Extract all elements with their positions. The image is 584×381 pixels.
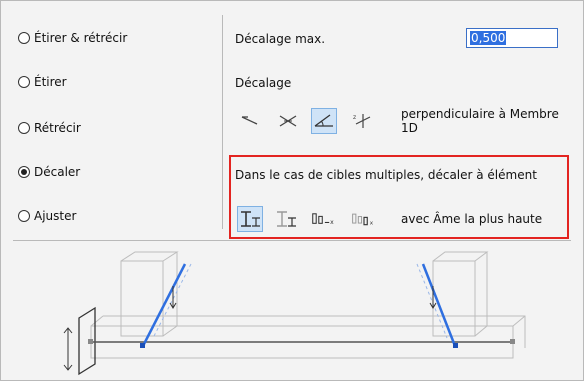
option-label: Étirer & rétrécir: [34, 31, 128, 45]
beam-highest-web-icon[interactable]: [237, 206, 263, 232]
multi-target-mode-text: avec Âme la plus haute: [401, 212, 543, 226]
option-shrink[interactable]: Rétrécir: [18, 121, 81, 135]
option-label: Ajuster: [34, 209, 77, 223]
radio-button[interactable]: [18, 32, 30, 44]
option-stretch-shrink[interactable]: Étirer & rétrécir: [18, 31, 127, 45]
column-highest-icon[interactable]: x: [311, 206, 337, 232]
max-offset-input[interactable]: 0,500: [466, 28, 558, 48]
offset-preview-illustration: [63, 251, 526, 376]
offset-perpendicular-icon[interactable]: z: [349, 108, 375, 134]
option-stretch[interactable]: Étirer: [18, 75, 67, 89]
radio-button-selected[interactable]: [18, 166, 30, 178]
option-label: Décaler: [34, 165, 81, 179]
multi-target-label: Dans le cas de cibles multiples, décaler…: [235, 168, 537, 182]
radio-button[interactable]: [18, 122, 30, 134]
option-offset[interactable]: Décaler: [18, 165, 80, 179]
offset-angle-icon[interactable]: [311, 108, 337, 134]
option-label: Étirer: [34, 75, 67, 89]
offset-mode-text: perpendiculaire à Membre 1D: [401, 107, 559, 135]
svg-text:x: x: [330, 219, 334, 226]
offset-along-icon[interactable]: [237, 108, 263, 134]
beam-lowest-web-icon[interactable]: [273, 206, 299, 232]
horizontal-divider: [13, 240, 571, 241]
max-offset-label: Décalage max.: [235, 32, 326, 46]
offset-label: Décalage: [235, 76, 292, 90]
offset-cross-icon[interactable]: [275, 108, 301, 134]
radio-button[interactable]: [18, 76, 30, 88]
dialog-panel: Étirer & rétrécir Étirer Rétrécir Décale…: [0, 0, 584, 381]
radio-button[interactable]: [18, 210, 30, 222]
svg-text:x: x: [370, 221, 374, 227]
column-lowest-icon[interactable]: x: [351, 206, 377, 232]
svg-text:z: z: [353, 114, 356, 121]
max-offset-value[interactable]: 0,500: [470, 31, 507, 45]
option-label: Rétrécir: [34, 121, 81, 135]
option-adjust[interactable]: Ajuster: [18, 209, 76, 223]
vertical-divider: [222, 15, 223, 229]
